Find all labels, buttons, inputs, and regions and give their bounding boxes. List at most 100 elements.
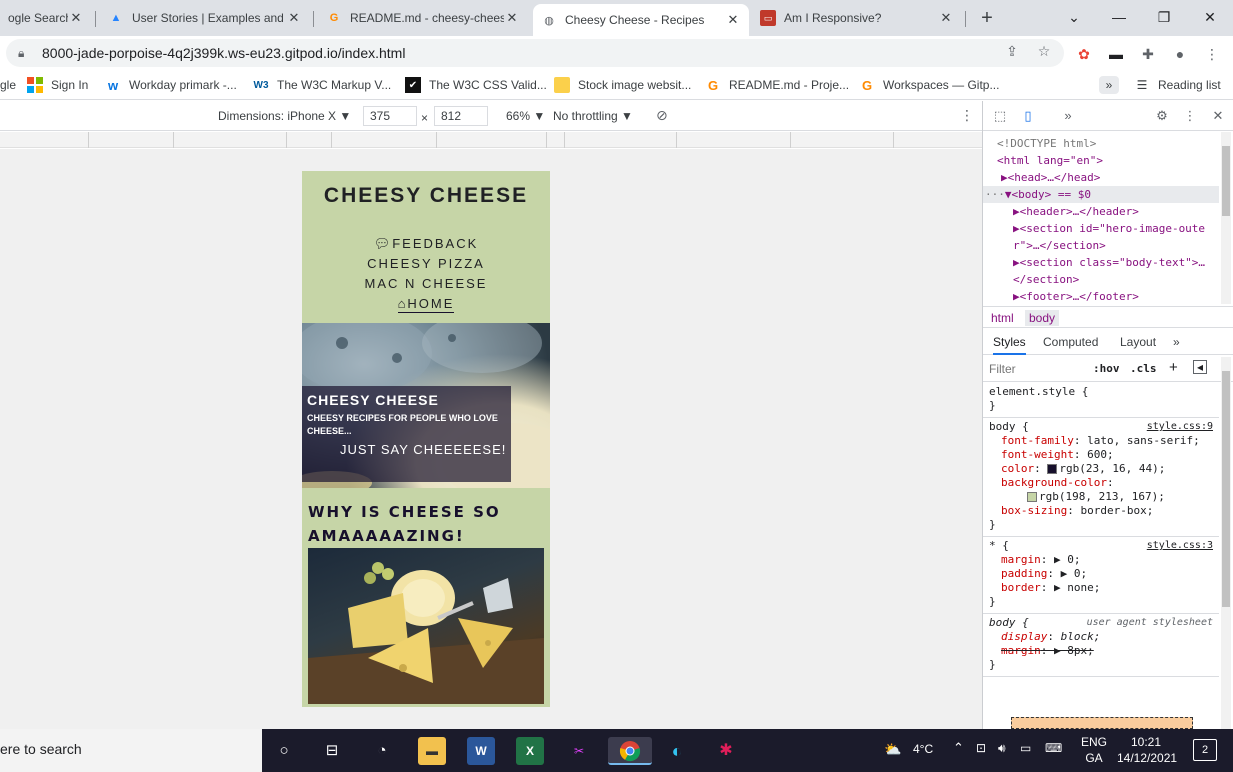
close-icon[interactable]: ✕ xyxy=(504,10,520,26)
bookmark-star-icon[interactable]: ☆ xyxy=(1035,42,1053,60)
device-width-input[interactable]: 375 xyxy=(363,106,417,126)
window-close-icon[interactable]: ✕ xyxy=(1198,6,1222,28)
bookmark-sign-in[interactable]: Sign In xyxy=(27,76,88,94)
prop-box-sizing[interactable]: box-sizing: border-box; xyxy=(989,504,1213,518)
tab-styles[interactable]: Styles xyxy=(993,335,1026,355)
restore-icon[interactable]: ❐ xyxy=(1152,6,1176,28)
close-icon[interactable]: ✕ xyxy=(725,12,741,28)
minimize-icon[interactable]: — xyxy=(1107,6,1131,28)
site-title[interactable]: CHEESY CHEESE xyxy=(302,184,550,208)
taskbar-search-box[interactable]: ere to search xyxy=(0,729,262,772)
excel-icon[interactable]: X xyxy=(516,737,544,765)
device-more-options-icon[interactable]: ⋮ xyxy=(960,107,974,124)
color-swatch[interactable] xyxy=(1027,492,1037,502)
prop-display[interactable]: display: block; xyxy=(989,630,1213,644)
nav-mac-n-cheese[interactable]: MAC N CHEESE xyxy=(302,274,550,294)
crumb-body[interactable]: body xyxy=(1025,310,1060,326)
prop-margin[interactable]: margin: ▶ 0; xyxy=(989,553,1213,567)
styles-scrollbar[interactable] xyxy=(1221,357,1231,729)
nav-cheesy-pizza[interactable]: CHEESY PIZZA xyxy=(302,254,550,274)
rotate-icon[interactable]: ⊘ xyxy=(656,107,668,124)
tree-node-doctype[interactable]: <!DOCTYPE html> xyxy=(983,135,1219,152)
tab-user-stories[interactable]: ▲ User Stories | Examples and T ✕ xyxy=(100,4,310,32)
prop-border[interactable]: border: ▶ none; xyxy=(989,581,1213,595)
snip-sketch-icon[interactable]: ✂ xyxy=(565,737,593,765)
media-query-ruler[interactable] xyxy=(0,132,982,148)
clock[interactable]: 10:21 14/12/2021 xyxy=(1117,734,1177,772)
file-explorer-icon[interactable]: ▬ xyxy=(418,737,446,765)
speedometer-icon[interactable]: ◔ xyxy=(368,737,396,765)
extension-colorful-icon[interactable]: ✿ xyxy=(1074,44,1094,64)
bookmark-google[interactable]: gle xyxy=(0,76,16,94)
close-icon[interactable]: ✕ xyxy=(68,10,84,26)
bookmark-readme[interactable]: G README.md - Proje... xyxy=(705,76,849,94)
style-rule-body[interactable]: body {style.css:9 font-family: lato, san… xyxy=(983,418,1219,537)
elements-tree[interactable]: <!DOCTYPE html> <html lang="en"> ▶<head>… xyxy=(983,132,1219,304)
tree-node-body[interactable]: ···▼<body> == $0 xyxy=(983,186,1219,203)
lock-icon[interactable]: 🔒︎ xyxy=(18,46,34,61)
prop-color[interactable]: color: rgb(23, 16, 44); xyxy=(989,462,1213,476)
slack-icon[interactable]: ✱ xyxy=(712,737,740,765)
rule-source-link[interactable]: style.css:3 xyxy=(1147,539,1213,553)
input-language[interactable]: ENG GA xyxy=(1081,734,1107,772)
devtools-close-icon[interactable]: ✕ xyxy=(1209,108,1227,124)
new-tab-plus-icon[interactable]: + xyxy=(976,7,998,29)
tree-node-head[interactable]: ▶<head>…</head> xyxy=(983,169,1219,186)
cortana-circle-icon[interactable]: ○ xyxy=(270,737,298,765)
tab-readme[interactable]: G README.md - cheesy-chees ✕ xyxy=(318,4,528,32)
bookmark-stock-image[interactable]: Stock image websit... xyxy=(554,76,691,94)
throttling-select[interactable]: No throttling ▼ xyxy=(553,109,633,123)
edge-icon[interactable]: ◐ xyxy=(663,737,691,765)
hover-state-toggle[interactable]: :hov xyxy=(1093,362,1120,375)
tree-node-html[interactable]: <html lang="en"> xyxy=(983,152,1219,169)
tab-google-search[interactable]: ogle Search ✕ xyxy=(0,4,92,32)
nav-home[interactable]: ⌂HOME xyxy=(302,294,550,314)
tab-computed[interactable]: Computed xyxy=(1043,335,1098,349)
device-dimensions-select[interactable]: Dimensions: iPhone X ▼ xyxy=(218,109,351,123)
tree-node-section-body[interactable]: ▶<section class="body-text">… xyxy=(983,254,1219,271)
language-bar-icon[interactable]: ▭ xyxy=(1020,741,1031,772)
share-icon[interactable]: ⇪ xyxy=(1003,42,1021,60)
new-rule-plus-icon[interactable]: + xyxy=(1169,359,1178,376)
tab-more-chevron[interactable]: » xyxy=(1173,335,1180,349)
weather-temp[interactable]: 4°C xyxy=(913,742,933,772)
prop-font-family[interactable]: font-family: lato, sans-serif; xyxy=(989,434,1213,448)
bookmark-workspaces[interactable]: G Workspaces — Gitp... xyxy=(859,76,1000,94)
elements-scrollbar[interactable] xyxy=(1221,132,1231,304)
prop-margin-overridden[interactable]: margin: ▶ 8px; xyxy=(989,644,1213,658)
device-height-input[interactable]: 812 xyxy=(434,106,488,126)
box-model-diagram[interactable] xyxy=(1011,717,1193,729)
keyboard-icon[interactable]: ⌨ xyxy=(1045,741,1062,772)
menu-kebab-icon[interactable]: ⋮ xyxy=(1202,44,1222,64)
bookmark-w3c-markup[interactable]: W3 The W3C Markup V... xyxy=(253,76,392,94)
crumb-html[interactable]: html xyxy=(987,310,1018,326)
zoom-select[interactable]: 66% ▼ xyxy=(506,109,545,123)
tab-am-i-responsive[interactable]: ▭ Am I Responsive? ✕ xyxy=(752,4,962,32)
more-bookmarks-chevron-icon[interactable]: » xyxy=(1099,76,1119,94)
style-rule-universal[interactable]: * {style.css:3 margin: ▶ 0; padding: ▶ 0… xyxy=(983,537,1219,614)
styles-filter-input[interactable] xyxy=(989,360,1079,378)
tree-node-footer[interactable]: ▶<footer>…</footer> xyxy=(983,288,1219,305)
settings-gear-icon[interactable]: ⚙ xyxy=(1153,108,1171,124)
scrollbar-thumb[interactable] xyxy=(1222,146,1230,216)
reading-list-button[interactable]: ☰ Reading list xyxy=(1134,76,1221,94)
style-rule-user-agent[interactable]: body {user agent stylesheet display: blo… xyxy=(983,614,1219,677)
prop-background-color-value[interactable]: rgb(198, 213, 167); xyxy=(989,490,1213,504)
url-text[interactable]: 8000-jade-porpoise-4q2j399k.ws-eu23.gitp… xyxy=(42,45,405,61)
bookmark-workday[interactable]: w Workday primark -... xyxy=(105,76,237,94)
style-rule-element[interactable]: element.style { } xyxy=(983,383,1219,418)
prop-background-color[interactable]: background-color: xyxy=(989,476,1213,490)
color-swatch[interactable] xyxy=(1047,464,1058,474)
devtools-menu-icon[interactable]: ⋮ xyxy=(1181,108,1199,124)
inspect-element-icon[interactable]: ⬚ xyxy=(991,108,1009,124)
extension-dark-icon[interactable]: ▬ xyxy=(1106,44,1126,64)
notification-center-icon[interactable]: 2 xyxy=(1193,739,1217,761)
chrome-icon[interactable] xyxy=(608,737,652,765)
tab-search-chevron-down-icon[interactable]: ⌄ xyxy=(1062,6,1086,28)
device-toggle-icon[interactable]: ▯ xyxy=(1019,108,1037,124)
address-bar[interactable]: 🔒︎ 8000-jade-porpoise-4q2j399k.ws-eu23.g… xyxy=(6,39,1064,67)
more-tabs-chevron-icon[interactable]: » xyxy=(1059,108,1077,124)
close-icon[interactable]: ✕ xyxy=(938,10,954,26)
tray-chevron-up-icon[interactable]: ⌃ xyxy=(953,740,964,772)
prop-padding[interactable]: padding: ▶ 0; xyxy=(989,567,1213,581)
